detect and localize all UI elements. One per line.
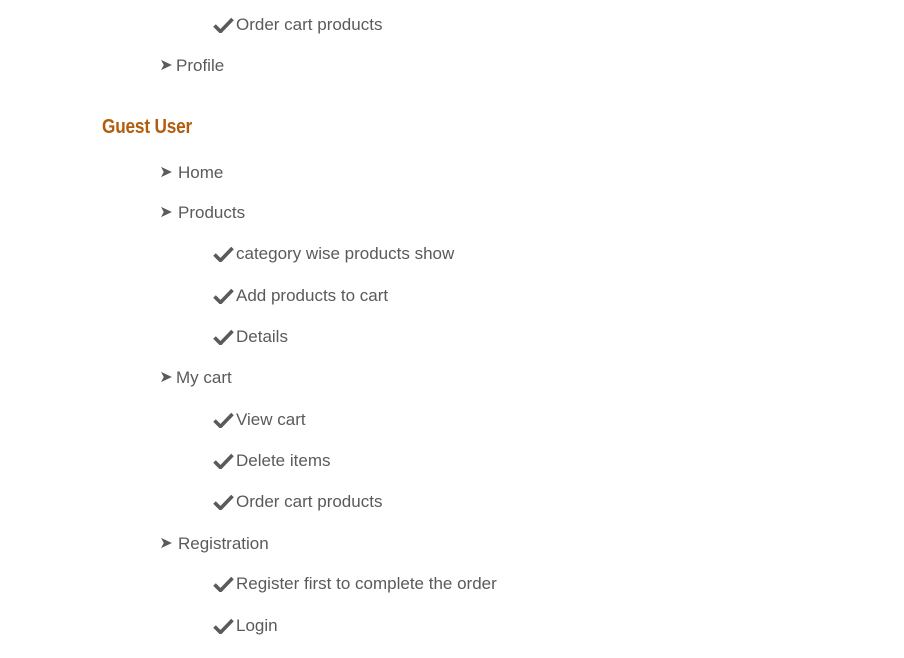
list-item-label: Register first to complete the order [236, 574, 497, 593]
list-item-details: Details [213, 325, 288, 349]
list-item-label: Order cart products [236, 492, 383, 511]
arrow-right-icon: ➤ [159, 535, 173, 552]
list-item-label: category wise products show [236, 244, 455, 263]
check-icon [213, 449, 234, 473]
list-item-label: View cart [236, 410, 306, 429]
section-heading-guest-user: Guest User [102, 116, 193, 138]
list-item-view-cart: View cart [213, 408, 306, 432]
list-item-label: Add products to cart [236, 286, 389, 305]
check-icon [213, 242, 234, 266]
list-item-delete-items: Delete items [213, 449, 330, 473]
list-item-label: Products [178, 203, 246, 222]
list-item-products: ➤ Products [157, 201, 245, 225]
list-item-order-cart-products: Order cart products [213, 490, 382, 514]
list-item-label: Login [236, 616, 278, 635]
list-item-register-first: Register first to complete the order [213, 572, 497, 596]
list-item-profile: ➤ Profile [157, 54, 224, 78]
list-item-label: Profile [176, 56, 225, 75]
check-icon [213, 13, 234, 37]
arrow-right-icon: ➤ [159, 164, 173, 181]
list-item-registration: ➤ Registration [157, 532, 269, 556]
list-item-my-cart: ➤ My cart [157, 366, 232, 390]
list-item-category-wise-products: category wise products show [213, 242, 454, 266]
list-item-add-products-to-cart: Add products to cart [213, 284, 388, 308]
list-item-label: Delete items [236, 451, 331, 470]
check-icon [213, 614, 234, 638]
list-item-label: Details [236, 327, 288, 346]
check-icon [213, 284, 234, 308]
arrow-right-icon: ➤ [159, 57, 173, 74]
check-icon [213, 325, 234, 349]
arrow-right-icon: ➤ [159, 204, 173, 221]
list-item-login: Login [213, 614, 278, 638]
check-icon [213, 490, 234, 514]
list-item-home: ➤ Home [157, 161, 223, 185]
list-item-order-cart-products-top: Order cart products [213, 13, 382, 37]
list-item-label: Home [178, 163, 224, 182]
list-item-label: Order cart products [236, 15, 383, 34]
list-item-label: Registration [178, 534, 269, 553]
list-item-label: My cart [176, 368, 232, 387]
arrow-right-icon: ➤ [159, 369, 173, 386]
check-icon [213, 572, 234, 596]
check-icon [213, 408, 234, 432]
